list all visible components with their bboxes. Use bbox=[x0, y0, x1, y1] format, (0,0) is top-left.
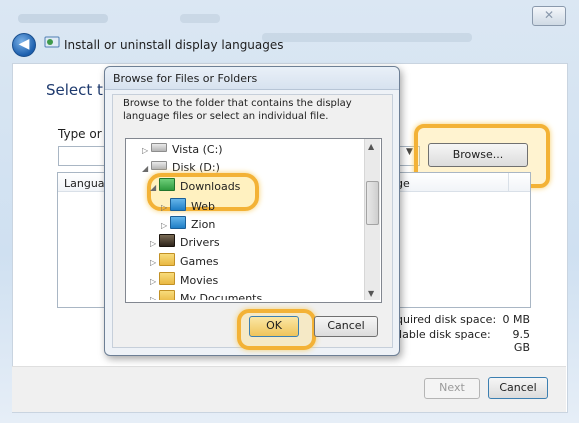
tree-item-my-documents[interactable]: ▷ My Documents bbox=[150, 290, 262, 300]
dialog-titlebar[interactable]: Browse for Files or Folders bbox=[105, 67, 399, 90]
expand-arrow-icon[interactable]: ▷ bbox=[161, 217, 170, 235]
folder-icon bbox=[159, 272, 175, 285]
drive-icon bbox=[151, 143, 167, 152]
expand-arrow-icon[interactable]: ▷ bbox=[150, 254, 159, 272]
tree-item-label: Web bbox=[191, 200, 215, 213]
back-arrow-button[interactable]: ◀ bbox=[12, 33, 36, 57]
dialog-description: Browse to the folder that contains the d… bbox=[123, 98, 352, 122]
collapse-arrow-icon[interactable]: ◢ bbox=[142, 160, 151, 178]
folder-icon bbox=[159, 234, 175, 247]
tree-item-downloads[interactable]: ◢ Downloads bbox=[150, 178, 240, 196]
required-space-label: quired disk space: bbox=[396, 313, 497, 326]
scroll-down-icon[interactable]: ▼ bbox=[368, 289, 374, 298]
browse-button[interactable]: Browse... bbox=[428, 143, 528, 167]
blurred-title bbox=[18, 14, 108, 23]
dialog-cancel-button[interactable]: Cancel bbox=[314, 316, 378, 337]
column-divider bbox=[508, 173, 509, 191]
tree-item-vista[interactable]: ▷ Vista (C:) bbox=[142, 141, 223, 159]
wizard-footer bbox=[12, 366, 566, 412]
cancel-button[interactable]: Cancel bbox=[488, 377, 548, 399]
downloads-folder-icon bbox=[159, 178, 175, 191]
tree-item-label: Movies bbox=[180, 274, 219, 287]
collapse-arrow-icon[interactable]: ◢ bbox=[150, 179, 159, 197]
folder-icon bbox=[170, 198, 186, 211]
tree-item-games[interactable]: ▷ Games bbox=[150, 253, 218, 271]
available-space-value: 9.5 GB bbox=[512, 328, 531, 354]
tree-item-zion[interactable]: ▷ Zion bbox=[161, 216, 215, 234]
expand-arrow-icon[interactable]: ▷ bbox=[150, 291, 159, 300]
tree-item-label: Downloads bbox=[180, 180, 241, 193]
tree-item-label: Drivers bbox=[180, 236, 220, 249]
scrollbar-thumb[interactable] bbox=[366, 181, 379, 225]
tree-item-label: Zion bbox=[191, 218, 216, 231]
blurred-title-2 bbox=[180, 14, 220, 23]
folder-icon bbox=[159, 290, 175, 300]
tree-item-label: Games bbox=[180, 255, 219, 268]
tree-item-movies[interactable]: ▷ Movies bbox=[150, 272, 218, 290]
tree-item-web[interactable]: ▷ Web bbox=[161, 198, 215, 216]
tree-item-label: Vista (C:) bbox=[172, 143, 223, 156]
close-button[interactable]: ✕ bbox=[532, 6, 566, 26]
expand-arrow-icon[interactable]: ▷ bbox=[150, 235, 159, 253]
available-space-label: ilable disk space: bbox=[396, 328, 491, 341]
expand-arrow-icon[interactable]: ▷ bbox=[142, 142, 151, 160]
scroll-up-icon[interactable]: ▲ bbox=[368, 142, 374, 151]
drive-icon bbox=[151, 161, 167, 170]
folder-icon bbox=[170, 216, 186, 229]
blurred-address bbox=[262, 33, 472, 42]
ok-button[interactable]: OK bbox=[249, 316, 299, 337]
wizard-title: Install or uninstall display languages bbox=[64, 38, 284, 52]
expand-arrow-icon[interactable]: ▷ bbox=[161, 199, 170, 217]
tree-item-drivers[interactable]: ▷ Drivers bbox=[150, 234, 220, 252]
required-space-value: 0 MB bbox=[502, 313, 530, 326]
next-button[interactable]: Next bbox=[424, 378, 480, 399]
dialog-title: Browse for Files or Folders bbox=[113, 72, 258, 85]
tree-item-label: My Documents bbox=[180, 292, 263, 300]
expand-arrow-icon[interactable]: ▷ bbox=[150, 273, 159, 291]
chevron-down-icon[interactable]: ▼ bbox=[406, 147, 413, 157]
language-icon bbox=[44, 36, 60, 48]
folder-icon bbox=[159, 253, 175, 266]
